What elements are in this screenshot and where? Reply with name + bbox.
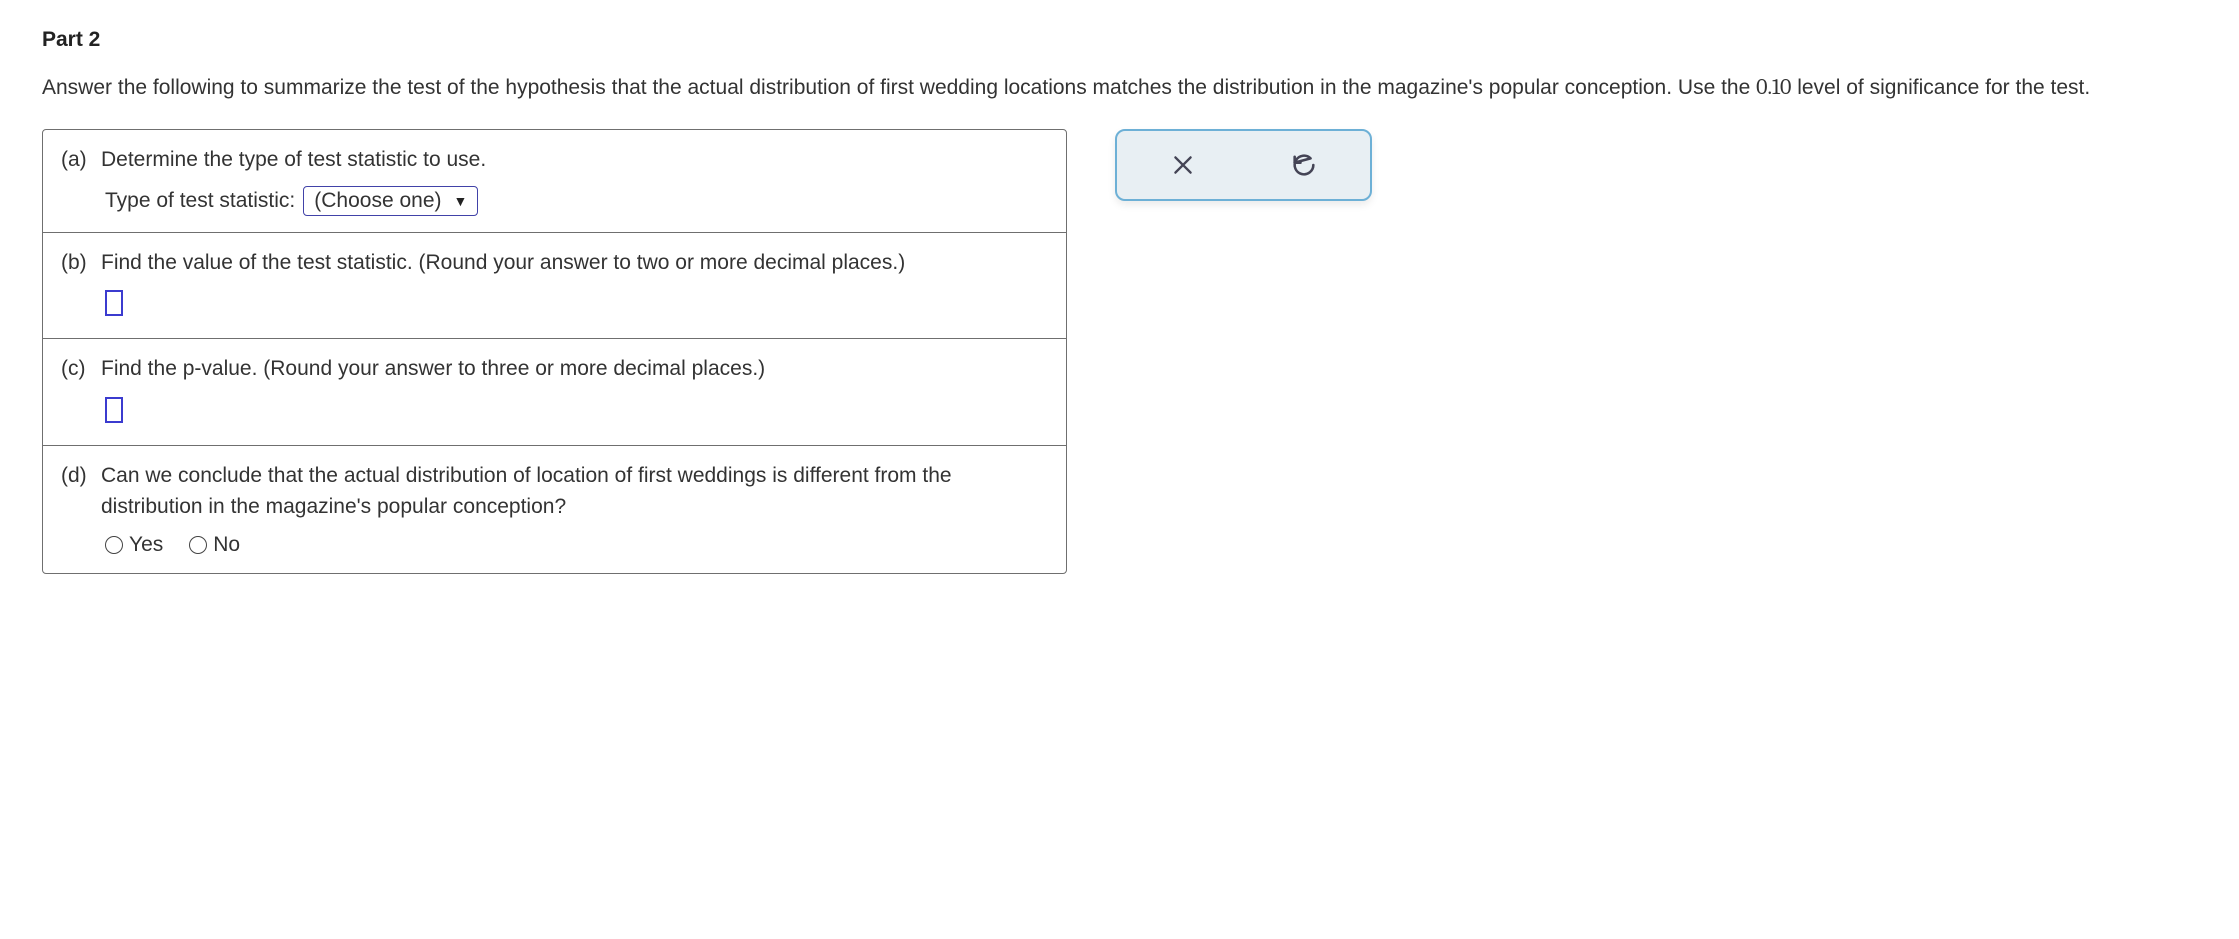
conclusion-yes-label: Yes [129, 533, 163, 557]
p-value-input[interactable] [105, 397, 123, 423]
question-d-label: (d) [61, 464, 91, 488]
question-a-sublabel: Type of test statistic: [105, 189, 295, 213]
part-title: Part 2 [42, 28, 2197, 52]
conclusion-yes-radio[interactable]: Yes [105, 533, 163, 557]
conclusion-no-label: No [213, 533, 240, 557]
instructions-pre: Answer the following to summarize the te… [42, 76, 1756, 99]
question-d: (d) Can we conclude that the actual dist… [43, 445, 1066, 573]
clear-button[interactable] [1123, 137, 1243, 193]
questions-panel: (a) Determine the type of test statistic… [42, 129, 1067, 574]
undo-icon [1290, 151, 1318, 179]
question-a-label: (a) [61, 148, 91, 172]
question-a: (a) Determine the type of test statistic… [43, 130, 1066, 232]
test-statistic-select-placeholder: (Choose one) [314, 189, 441, 213]
close-icon [1170, 152, 1196, 178]
chevron-down-icon: ▼ [454, 193, 468, 209]
test-statistic-input[interactable] [105, 290, 123, 316]
question-c: (c) Find the p-value. (Round your answer… [43, 338, 1066, 445]
question-b-label: (b) [61, 251, 91, 275]
answer-toolbar [1115, 129, 1372, 201]
significance-level: 0.10 [1756, 74, 1791, 100]
question-c-text: Find the p-value. (Round your answer to … [101, 353, 1048, 385]
question-b-text: Find the value of the test statistic. (R… [101, 247, 1048, 279]
reset-button[interactable] [1244, 137, 1364, 193]
test-statistic-select[interactable]: (Choose one) ▼ [303, 186, 478, 216]
instructions: Answer the following to summarize the te… [42, 70, 2197, 105]
instructions-post: level of significance for the test. [1791, 76, 2090, 99]
question-d-text: Can we conclude that the actual distribu… [101, 460, 1048, 523]
radio-icon [189, 536, 207, 554]
question-b: (b) Find the value of the test statistic… [43, 232, 1066, 339]
question-a-text: Determine the type of test statistic to … [101, 144, 1048, 176]
radio-icon [105, 536, 123, 554]
conclusion-no-radio[interactable]: No [189, 533, 240, 557]
question-c-label: (c) [61, 357, 91, 381]
